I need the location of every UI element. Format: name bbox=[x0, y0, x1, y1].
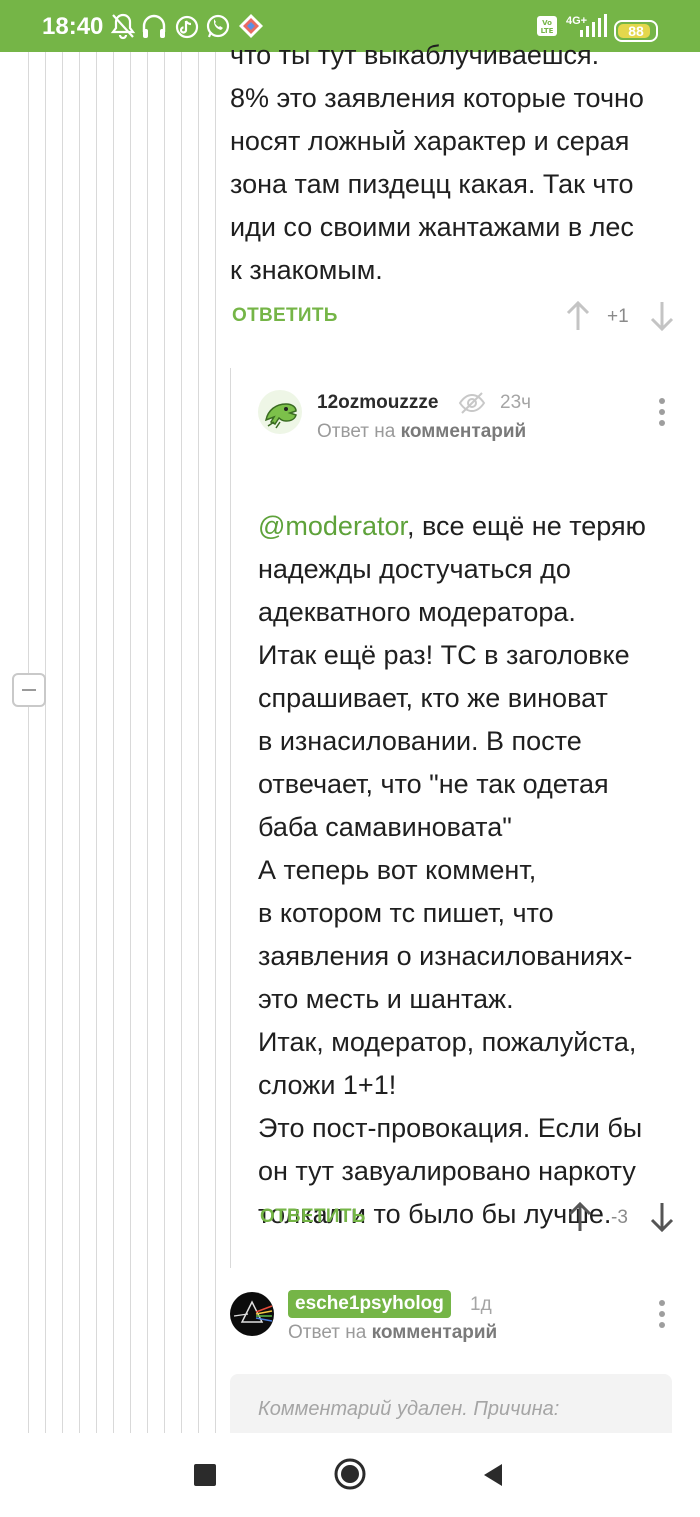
home-icon[interactable] bbox=[333, 1457, 367, 1491]
reply-to-link[interactable]: комментарий bbox=[401, 421, 527, 442]
comment-1-reply-button[interactable]: ОТВЕТИТЬ bbox=[232, 305, 338, 327]
comment-2-time: 23ч bbox=[500, 392, 532, 413]
reply-to-link[interactable]: комментарий bbox=[372, 1322, 498, 1343]
comment-2-downvote-icon[interactable] bbox=[648, 1201, 676, 1233]
mention-link[interactable]: @moderator bbox=[258, 511, 407, 541]
svg-text:Vo: Vo bbox=[542, 19, 552, 27]
comment-2-reply-button[interactable]: ОТВЕТИТЬ bbox=[260, 1206, 366, 1228]
whatsapp-icon bbox=[206, 14, 230, 38]
comment-2-username[interactable]: 12ozmouzzze bbox=[317, 392, 438, 414]
collapse-thread-button[interactable] bbox=[12, 673, 46, 707]
comment-3-time: 1д bbox=[470, 1294, 492, 1315]
prism-avatar-icon bbox=[233, 1300, 273, 1323]
reply-to-prefix: Ответ на bbox=[317, 421, 396, 442]
comment-2-avatar[interactable] bbox=[258, 390, 302, 434]
dinosaur-avatar-icon bbox=[264, 403, 297, 429]
status-time: 18:40 bbox=[42, 13, 104, 40]
system-nav-bar bbox=[0, 1433, 700, 1517]
comment-3-menu-icon[interactable] bbox=[659, 1300, 665, 1333]
back-icon[interactable] bbox=[482, 1463, 504, 1487]
comment-2-reply-to: Ответ на комментарий bbox=[317, 421, 526, 443]
deleted-comment-text: Комментарий удален. Причина: bbox=[258, 1398, 560, 1420]
hidden-eye-icon bbox=[458, 392, 486, 414]
comment-1-text: что ты тут выкаблучиваешся. 8% это заявл… bbox=[230, 40, 644, 285]
comment-2-body: , все ещё не теряю надежды достучаться д… bbox=[258, 511, 646, 1229]
comment-2-score: -3 bbox=[611, 1207, 628, 1228]
comment-2-upvote-icon[interactable] bbox=[566, 1201, 594, 1233]
comment-3-reply-to: Ответ на комментарий bbox=[288, 1322, 497, 1344]
recent-apps-icon[interactable] bbox=[194, 1464, 216, 1486]
comment-2-text: @moderator, все ещё не теряю надежды дос… bbox=[258, 462, 688, 1236]
comment-3-username[interactable]: esche1psyholog bbox=[288, 1290, 451, 1318]
comment-1-score: +1 bbox=[607, 306, 629, 327]
bell-off-icon bbox=[110, 13, 136, 40]
comment-3-avatar[interactable] bbox=[230, 1292, 274, 1336]
comment-1-upvote-icon[interactable] bbox=[564, 300, 592, 332]
tiktok-icon bbox=[175, 15, 199, 39]
comment-2-menu-icon[interactable] bbox=[659, 398, 665, 431]
reply-to-prefix: Ответ на bbox=[288, 1322, 367, 1343]
headphones-icon bbox=[142, 14, 166, 38]
comment-1-downvote-icon[interactable] bbox=[648, 300, 676, 332]
